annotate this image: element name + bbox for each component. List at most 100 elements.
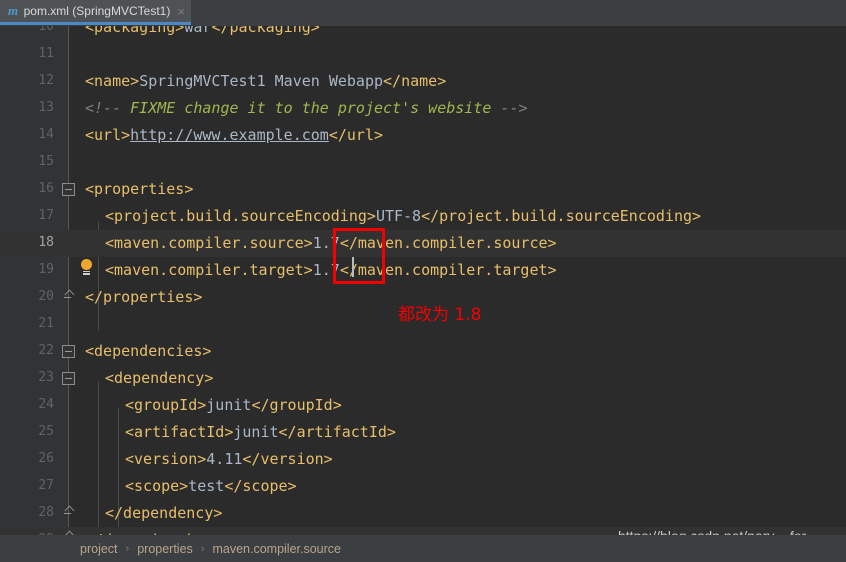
- xml-tag: </project.build.sourceEncoding>: [421, 207, 702, 225]
- code-line[interactable]: 12 <name>SpringMVCTest1 Maven Webapp</na…: [0, 68, 846, 95]
- xml-tag: <url>: [85, 126, 131, 144]
- xml-tag: <maven.compiler.source>: [105, 234, 313, 252]
- line-content: <artifactId>junit</artifactId>: [125, 419, 396, 446]
- breadcrumb: project › properties › maven.compiler.so…: [0, 535, 846, 562]
- line-content: <properties>: [85, 176, 193, 203]
- fold-end-dependency[interactable]: [62, 507, 75, 520]
- code-line[interactable]: 15: [0, 149, 846, 176]
- xml-tag: <artifactId>: [125, 423, 234, 441]
- xml-tag: </dependency>: [105, 504, 223, 522]
- xml-value: test: [188, 477, 225, 495]
- annotation-highlight-box: [333, 228, 385, 284]
- line-number: 13: [38, 100, 54, 115]
- xml-value: 4.11: [206, 450, 243, 468]
- line-number: 28: [38, 505, 54, 520]
- lightbulb-glass: [81, 259, 92, 270]
- tab-pom-xml[interactable]: m pom.xml (SpringMVCTest1) ×: [0, 0, 191, 25]
- line-content: </properties>: [85, 284, 202, 311]
- comment-delimiter: -->: [500, 99, 528, 117]
- line-content: <dependency>: [105, 365, 213, 392]
- xml-tag: </artifactId>: [278, 423, 396, 441]
- url-link[interactable]: http://www.example.com: [130, 126, 329, 144]
- code-line[interactable]: 19 <maven.compiler.target>1.7</maven.com…: [0, 257, 846, 284]
- lightbulb-base: [83, 270, 90, 272]
- line-number: 16: [38, 181, 54, 196]
- line-number: 23: [38, 370, 54, 385]
- xml-value: junit: [233, 423, 279, 441]
- code-line[interactable]: 14 <url>http://www.example.com</url>: [0, 122, 846, 149]
- xml-tag: <version>: [125, 450, 207, 468]
- xml-tag: <project.build.sourceEncoding>: [105, 207, 376, 225]
- line-number: 29: [0, 527, 54, 535]
- code-line[interactable]: 23 <dependency>: [0, 365, 846, 392]
- line-number: 14: [38, 127, 54, 142]
- xml-tag: <dependencies>: [85, 342, 212, 360]
- code-line[interactable]: 17 <project.build.sourceEncoding>UTF-8</…: [0, 203, 846, 230]
- code-line[interactable]: 28 </dependency>: [0, 500, 846, 527]
- line-number: 18: [38, 235, 54, 250]
- xml-tag: </url>: [328, 126, 384, 144]
- code-editor[interactable]: 10 <packaging>war</packaging> 11 12 <nam…: [0, 26, 846, 535]
- line-number: 11: [38, 46, 54, 61]
- code-line[interactable]: 24 <groupId>junit</groupId>: [0, 392, 846, 419]
- line-content: <project.build.sourceEncoding>UTF-8</pro…: [105, 203, 701, 230]
- line-content: <dependencies>: [85, 338, 211, 365]
- line-content: </dependencies>: [85, 527, 220, 535]
- chevron-right-icon: ›: [200, 542, 205, 555]
- xml-tag: <groupId>: [125, 396, 207, 414]
- line-content: <packaging>war</packaging>: [85, 26, 320, 41]
- code-line[interactable]: 22 <dependencies>: [0, 338, 846, 365]
- line-content: <maven.compiler.target>1.7</maven.compil…: [105, 257, 557, 284]
- line-number: 22: [38, 343, 54, 358]
- code-line[interactable]: 10 <packaging>war</packaging>: [0, 26, 846, 41]
- line-content: <name>SpringMVCTest1 Maven Webapp</name>: [85, 68, 446, 95]
- annotation-text: 都改为 1.8: [398, 305, 482, 325]
- line-number: 15: [38, 154, 54, 169]
- comment-delimiter: <!--: [85, 99, 122, 117]
- code-line[interactable]: 27 <scope>test</scope>: [0, 473, 846, 500]
- line-number: 21: [38, 316, 54, 331]
- chevron-right-icon: ›: [125, 542, 130, 555]
- maven-m-icon: m: [8, 3, 18, 18]
- line-number: 20: [38, 289, 54, 304]
- line-content: <groupId>junit</groupId>: [125, 392, 342, 419]
- code-line[interactable]: 26 <version>4.11</version>: [0, 446, 846, 473]
- line-content: <version>4.11</version>: [125, 446, 333, 473]
- line-number: 24: [38, 397, 54, 412]
- line-content: </dependency>: [105, 500, 222, 527]
- fold-toggle-dependency[interactable]: [62, 372, 75, 385]
- tab-label: pom.xml (SpringMVCTest1): [23, 4, 171, 18]
- line-number: 12: [38, 73, 54, 88]
- xml-tag: </properties>: [85, 288, 203, 306]
- breadcrumb-item-project[interactable]: project: [80, 542, 118, 556]
- lightbulb-icon[interactable]: [79, 259, 94, 275]
- line-number: 25: [38, 424, 54, 439]
- comment-body: FIXME change it to the project's website: [121, 99, 501, 117]
- code-line[interactable]: 13 <!-- FIXME change it to the project's…: [0, 95, 846, 122]
- breadcrumb-item-maven-compiler-source[interactable]: maven.compiler.source: [212, 542, 341, 556]
- xml-tag: <scope>: [125, 477, 189, 495]
- close-icon[interactable]: ×: [177, 5, 185, 18]
- code-line-current[interactable]: 18 <maven.compiler.source>1.7</maven.com…: [0, 230, 846, 257]
- line-content: <scope>test</scope>: [125, 473, 297, 500]
- fold-end-properties[interactable]: [62, 291, 75, 304]
- code-line[interactable]: 16 <properties>: [0, 176, 846, 203]
- line-number: 10: [38, 26, 54, 34]
- code-line[interactable]: 11: [0, 41, 846, 68]
- line-number: 27: [38, 478, 54, 493]
- fold-toggle-dependencies[interactable]: [62, 345, 75, 358]
- fold-toggle-properties[interactable]: [62, 183, 75, 196]
- xml-tag: <maven.compiler.target>: [105, 261, 313, 279]
- line-content: <!-- FIXME change it to the project's we…: [85, 95, 528, 122]
- code-line[interactable]: 25 <artifactId>junit</artifactId>: [0, 419, 846, 446]
- xml-tag: </groupId>: [251, 396, 342, 414]
- xml-tag: </scope>: [224, 477, 297, 495]
- xml-value: SpringMVCTest1 Maven Webapp: [139, 72, 384, 90]
- xml-tag: <properties>: [85, 180, 194, 198]
- line-number: 26: [38, 451, 54, 466]
- breadcrumb-item-properties[interactable]: properties: [137, 542, 193, 556]
- lightbulb-base: [83, 273, 90, 275]
- xml-tag: </name>: [383, 72, 447, 90]
- xml-tag: <dependency>: [105, 369, 214, 387]
- xml-value: UTF-8: [375, 207, 422, 225]
